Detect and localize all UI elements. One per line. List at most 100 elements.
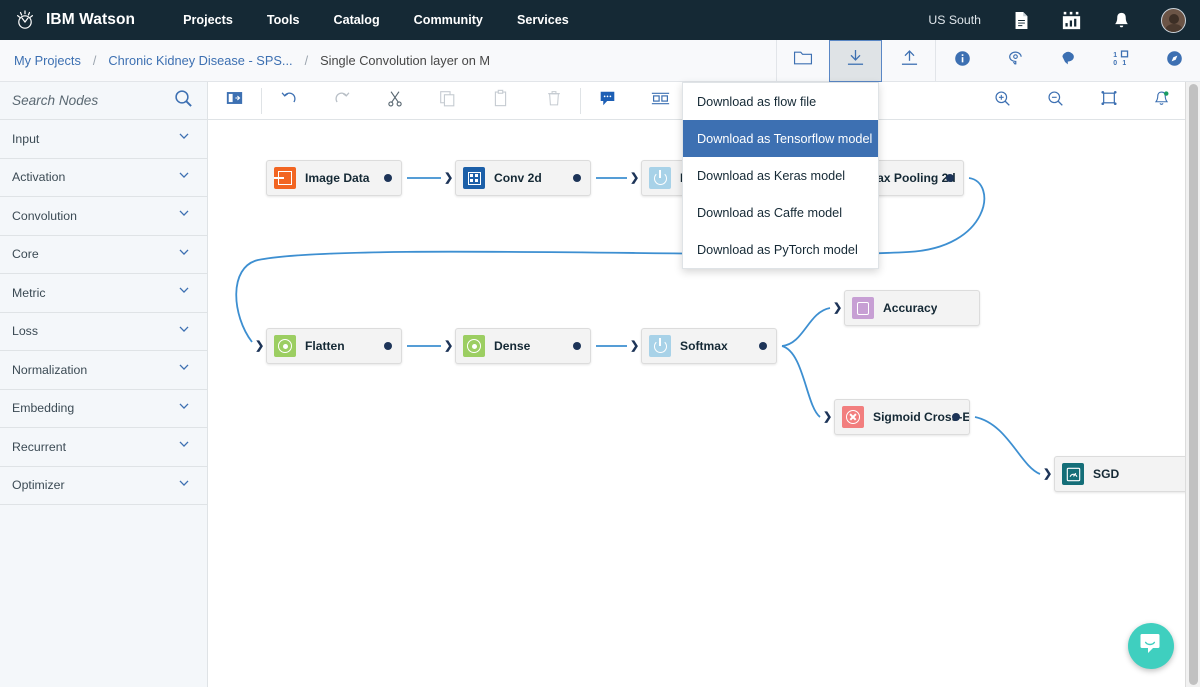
brand[interactable]: IBM Watson — [12, 7, 135, 33]
download-dropdown-menu: Download as flow file Download as Tensor… — [682, 82, 879, 269]
node-accuracy[interactable]: ❯ Accuracy — [844, 290, 980, 326]
copy-button[interactable] — [421, 82, 474, 120]
output-port[interactable] — [759, 342, 767, 350]
download-button[interactable] — [829, 40, 882, 82]
arrange-layout-button[interactable] — [634, 82, 687, 120]
breadcrumb-item-my-projects[interactable]: My Projects — [14, 53, 81, 68]
run-button[interactable] — [988, 40, 1041, 82]
sidebar-item-recurrent[interactable]: Recurrent — [0, 428, 207, 467]
chat-launcher-button[interactable] — [1128, 623, 1174, 669]
paste-button[interactable] — [474, 82, 527, 120]
cut-button[interactable] — [368, 82, 421, 120]
chevron-down-icon — [177, 322, 191, 341]
node-sigmoid-cross-entropy[interactable]: ❯ Sigmoid Cross-E... — [834, 399, 970, 435]
add-comment-button[interactable] — [581, 82, 634, 120]
grid-icon — [463, 167, 485, 189]
nav-item-catalog[interactable]: Catalog — [333, 13, 379, 27]
output-port[interactable] — [952, 413, 960, 421]
input-port[interactable]: ❯ — [823, 412, 832, 422]
redo-button[interactable] — [315, 82, 368, 120]
input-port[interactable]: ❯ — [630, 341, 639, 351]
search-input[interactable] — [12, 93, 174, 108]
sidebar-item-activation[interactable]: Activation — [0, 159, 207, 198]
info-icon — [954, 50, 971, 72]
sidebar-item-metric[interactable]: Metric — [0, 274, 207, 313]
output-port[interactable] — [946, 174, 954, 182]
menu-item-download-caffe[interactable]: Download as Caffe model — [683, 194, 878, 231]
input-port[interactable]: ❯ — [444, 173, 453, 183]
output-port[interactable] — [384, 174, 392, 182]
code-button[interactable]: 10 1 — [1094, 40, 1147, 82]
chevron-down-icon — [177, 399, 191, 418]
menu-item-download-flow-file[interactable]: Download as flow file — [683, 83, 878, 120]
node-softmax[interactable]: ❯ Softmax — [641, 328, 777, 364]
node-sgd[interactable]: ❯ SGD — [1054, 456, 1190, 492]
sidebar-item-loss[interactable]: Loss — [0, 313, 207, 352]
chevron-down-icon — [177, 206, 191, 225]
node-image-data[interactable]: Image Data — [266, 160, 402, 196]
x-circle-icon — [842, 406, 864, 428]
docs-icon[interactable] — [1011, 9, 1031, 31]
notification-button[interactable] — [1135, 82, 1188, 120]
breadcrumb-item-project[interactable]: Chronic Kidney Disease - SPS... — [108, 53, 292, 68]
folder-icon — [793, 50, 813, 71]
sidebar-item-embedding[interactable]: Embedding — [0, 390, 207, 429]
input-port[interactable]: ❯ — [444, 341, 453, 351]
user-avatar[interactable] — [1161, 8, 1186, 33]
sidebar-item-label: Metric — [12, 286, 45, 300]
sidebar-item-normalization[interactable]: Normalization — [0, 351, 207, 390]
chat-bubble-icon — [1139, 632, 1163, 661]
sidebar-item-label: Loss — [12, 324, 38, 338]
sidebar-item-label: Convolution — [12, 209, 77, 223]
zoom-out-button[interactable] — [1029, 82, 1082, 120]
notifications-bell-icon[interactable] — [1111, 9, 1131, 31]
comment-icon — [1059, 49, 1078, 72]
output-port[interactable] — [384, 342, 392, 350]
output-port[interactable] — [573, 342, 581, 350]
nav-item-projects[interactable]: Projects — [183, 13, 233, 27]
upload-button[interactable] — [882, 40, 935, 82]
menu-item-download-pytorch[interactable]: Download as PyTorch model — [683, 231, 878, 268]
page-scrollbar[interactable] — [1185, 82, 1200, 687]
info-button[interactable] — [935, 40, 988, 82]
input-port[interactable]: ❯ — [833, 303, 842, 313]
panel-toggle-icon — [226, 91, 243, 110]
zoom-fit-button[interactable] — [1082, 82, 1135, 120]
output-port[interactable] — [573, 174, 581, 182]
sidebar-item-optimizer[interactable]: Optimizer — [0, 467, 207, 506]
nav-item-tools[interactable]: Tools — [267, 13, 300, 27]
node-flatten[interactable]: ❯ Flatten — [266, 328, 402, 364]
menu-item-download-keras[interactable]: Download as Keras model — [683, 157, 878, 194]
zoom-in-button[interactable] — [976, 82, 1029, 120]
dashboard-icon[interactable] — [1061, 9, 1081, 31]
brand-name: IBM Watson — [46, 11, 135, 29]
explore-button[interactable] — [1147, 40, 1200, 82]
sidebar-item-label: Input — [12, 132, 39, 146]
watson-logo-icon — [12, 7, 38, 33]
open-folder-button[interactable] — [776, 40, 829, 82]
paste-icon — [492, 89, 509, 112]
input-port[interactable]: ❯ — [630, 173, 639, 183]
search-icon[interactable] — [174, 89, 193, 113]
sidebar-item-label: Recurrent — [12, 440, 66, 454]
node-label: Conv 2d — [494, 171, 542, 185]
sidebar-item-input[interactable]: Input — [0, 120, 207, 159]
feedback-button[interactable] — [1041, 40, 1094, 82]
edge-sigmoid-ce-to-sgd — [975, 417, 1040, 474]
undo-button[interactable] — [262, 82, 315, 120]
nav-item-services[interactable]: Services — [517, 13, 569, 27]
node-label: SGD — [1093, 467, 1119, 481]
node-dense[interactable]: ❯ Dense — [455, 328, 591, 364]
sidebar-item-core[interactable]: Core — [0, 236, 207, 275]
page-scrollbar-thumb[interactable] — [1189, 84, 1198, 685]
toggle-palette-button[interactable] — [208, 82, 261, 120]
input-port[interactable]: ❯ — [255, 341, 264, 351]
menu-item-download-tensorflow[interactable]: Download as Tensorflow model — [683, 120, 878, 157]
input-port[interactable]: ❯ — [1043, 469, 1052, 479]
breadcrumb-bar: My Projects / Chronic Kidney Disease - S… — [0, 40, 1200, 82]
sidebar-item-convolution[interactable]: Convolution — [0, 197, 207, 236]
nav-item-community[interactable]: Community — [414, 13, 483, 27]
node-conv-2d[interactable]: ❯ Conv 2d — [455, 160, 591, 196]
power-icon — [649, 167, 671, 189]
delete-button[interactable] — [527, 82, 580, 120]
